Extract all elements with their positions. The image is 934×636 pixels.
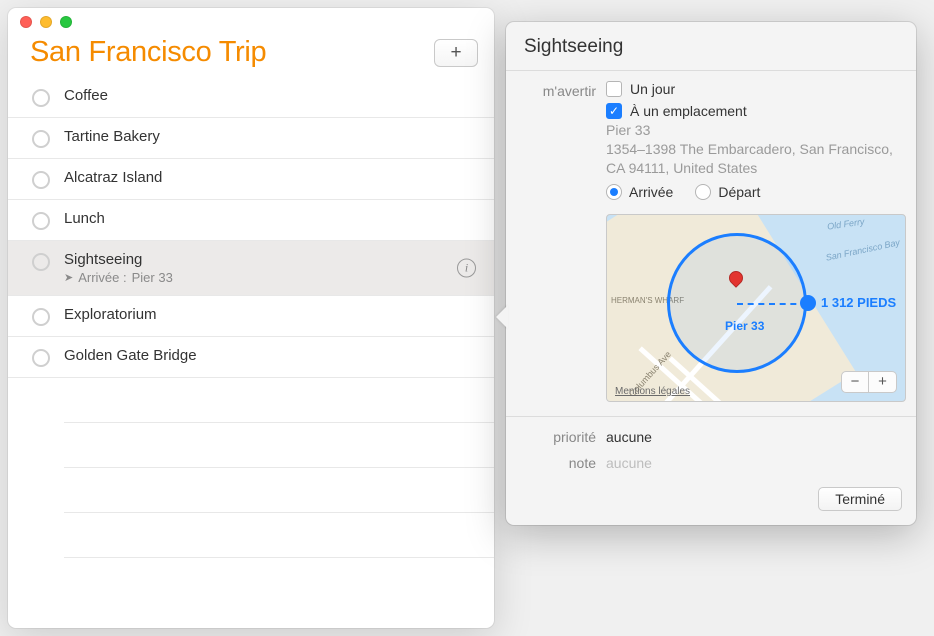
departure-radio[interactable]: Départ: [695, 184, 760, 200]
subtitle-prefix: Arrivée :: [78, 270, 126, 285]
detail-title: Sightseeing: [506, 36, 916, 70]
complete-radio[interactable]: [32, 130, 50, 148]
remind-label: m'avertir: [524, 81, 596, 210]
arrival-radio[interactable]: Arrivée: [606, 184, 673, 200]
reminder-label: Tartine Bakery: [64, 128, 478, 145]
reminder-item[interactable]: Exploratorium: [8, 296, 494, 337]
close-window-button[interactable]: [20, 16, 32, 28]
address-line2: 1354–1398 The Embarcadero, San Francisco…: [606, 140, 906, 178]
radius-handle[interactable]: [800, 295, 816, 311]
reminder-item-selected[interactable]: Sightseeing ➤ Arrivée : Pier 33 i: [8, 241, 494, 296]
reminder-item[interactable]: Alcatraz Island: [8, 159, 494, 200]
titlebar: [8, 8, 494, 36]
minimize-window-button[interactable]: [40, 16, 52, 28]
reminder-list: Coffee Tartine Bakery Alcatraz Island Lu…: [8, 77, 494, 558]
map-pin-label: Pier 33: [725, 319, 764, 333]
reminder-item[interactable]: Coffee: [8, 77, 494, 118]
reminder-item[interactable]: Lunch: [8, 200, 494, 241]
map-legal-link[interactable]: Mentions légales: [615, 386, 690, 397]
map-zoom-controls: − +: [841, 371, 897, 393]
empty-rows: [8, 378, 494, 558]
list-title: San Francisco Trip: [30, 36, 266, 69]
location-map[interactable]: Old Ferry San Francisco Bay HERMAN'S WHA…: [606, 214, 906, 402]
radius-line: [737, 303, 807, 305]
reminder-item[interactable]: Golden Gate Bridge: [8, 337, 494, 378]
location-checkbox[interactable]: ✓: [606, 103, 622, 119]
complete-radio[interactable]: [32, 171, 50, 189]
complete-radio[interactable]: [32, 349, 50, 367]
arrival-label: Arrivée: [629, 184, 673, 200]
reminders-window: San Francisco Trip + Coffee Tartine Bake…: [8, 8, 494, 628]
note-field[interactable]: aucune: [606, 455, 898, 471]
subtitle-location: Pier 33: [132, 270, 173, 285]
location-arrow-icon: ➤: [64, 271, 73, 284]
complete-radio[interactable]: [32, 253, 50, 271]
reminder-subtitle: ➤ Arrivée : Pier 33: [64, 270, 478, 285]
reminder-label: Sightseeing: [64, 251, 478, 268]
info-button[interactable]: i: [457, 259, 476, 278]
reminder-label: Coffee: [64, 87, 478, 104]
reminder-label: Exploratorium: [64, 306, 478, 323]
priority-value[interactable]: aucune: [606, 429, 898, 445]
complete-radio[interactable]: [32, 308, 50, 326]
reminder-detail-popover: Sightseeing m'avertir Un jour ✓ À un emp…: [506, 22, 916, 525]
remind-location-option[interactable]: ✓ À un emplacement: [606, 103, 906, 119]
radius-distance: 1 312 PIEDS: [821, 295, 896, 310]
departure-radio-circle[interactable]: [695, 184, 711, 200]
complete-radio[interactable]: [32, 212, 50, 230]
remind-day-option[interactable]: Un jour: [606, 81, 906, 97]
note-label: note: [524, 455, 596, 471]
arrival-radio-circle[interactable]: [606, 184, 622, 200]
day-option-label: Un jour: [630, 81, 675, 97]
reminder-item[interactable]: Tartine Bakery: [8, 118, 494, 159]
done-button[interactable]: Terminé: [818, 487, 902, 511]
reminder-label: Golden Gate Bridge: [64, 347, 478, 364]
add-reminder-button[interactable]: +: [434, 39, 478, 67]
location-address: Pier 33 1354–1398 The Embarcadero, San F…: [606, 121, 906, 178]
day-checkbox[interactable]: [606, 81, 622, 97]
maximize-window-button[interactable]: [60, 16, 72, 28]
address-line1: Pier 33: [606, 121, 906, 140]
reminder-label: Lunch: [64, 210, 478, 227]
location-option-label: À un emplacement: [630, 103, 747, 119]
complete-radio[interactable]: [32, 89, 50, 107]
reminder-label: Alcatraz Island: [64, 169, 478, 186]
zoom-out-button[interactable]: −: [841, 371, 869, 393]
zoom-in-button[interactable]: +: [869, 371, 897, 393]
priority-label: priorité: [524, 429, 596, 445]
departure-label: Départ: [718, 184, 760, 200]
